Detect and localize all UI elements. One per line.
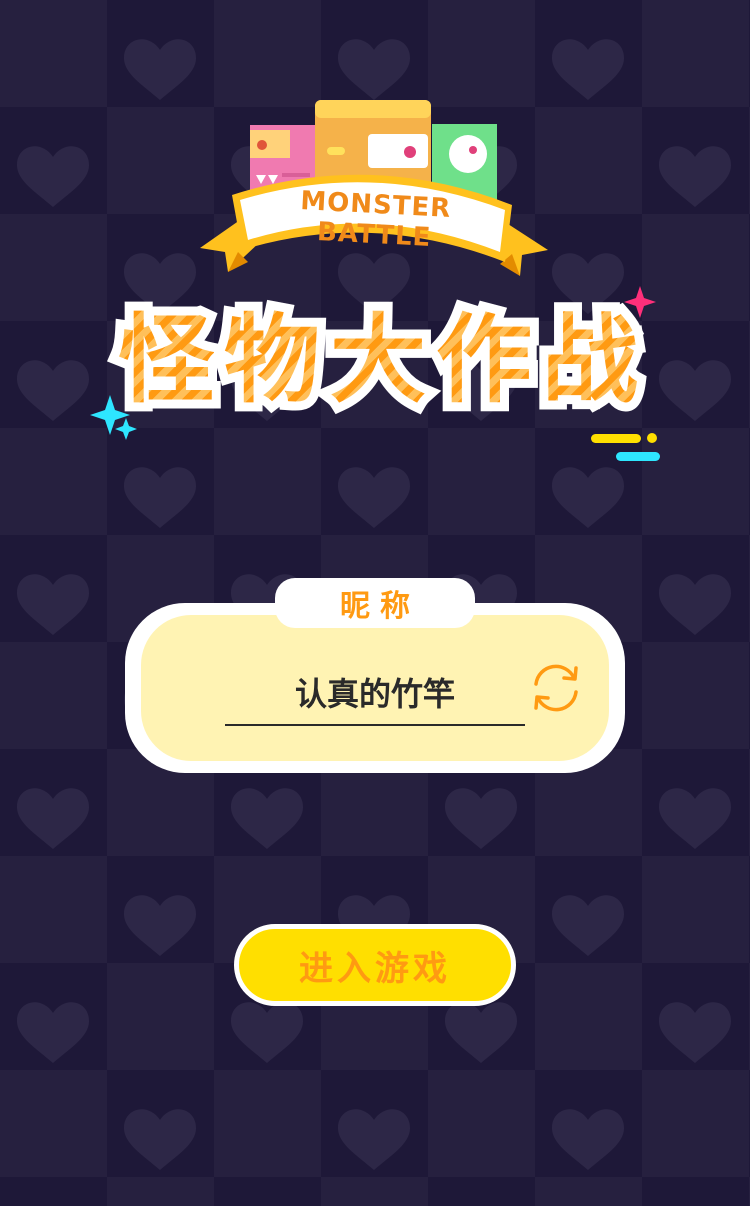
title-char: 战 (542, 304, 638, 416)
nickname-input[interactable] (225, 660, 525, 726)
title-char: 大 (330, 304, 426, 416)
title-char: 物 (224, 304, 320, 416)
nickname-label: 昵称 (275, 578, 475, 628)
speed-lines-icon (591, 433, 660, 461)
enter-game-button[interactable]: 进入游戏 (234, 924, 516, 1006)
title-char: 怪 (118, 304, 214, 416)
game-title: 怪 物 大 作 战 (118, 300, 638, 420)
title-char: 作 (436, 304, 532, 416)
refresh-icon[interactable] (528, 660, 584, 716)
